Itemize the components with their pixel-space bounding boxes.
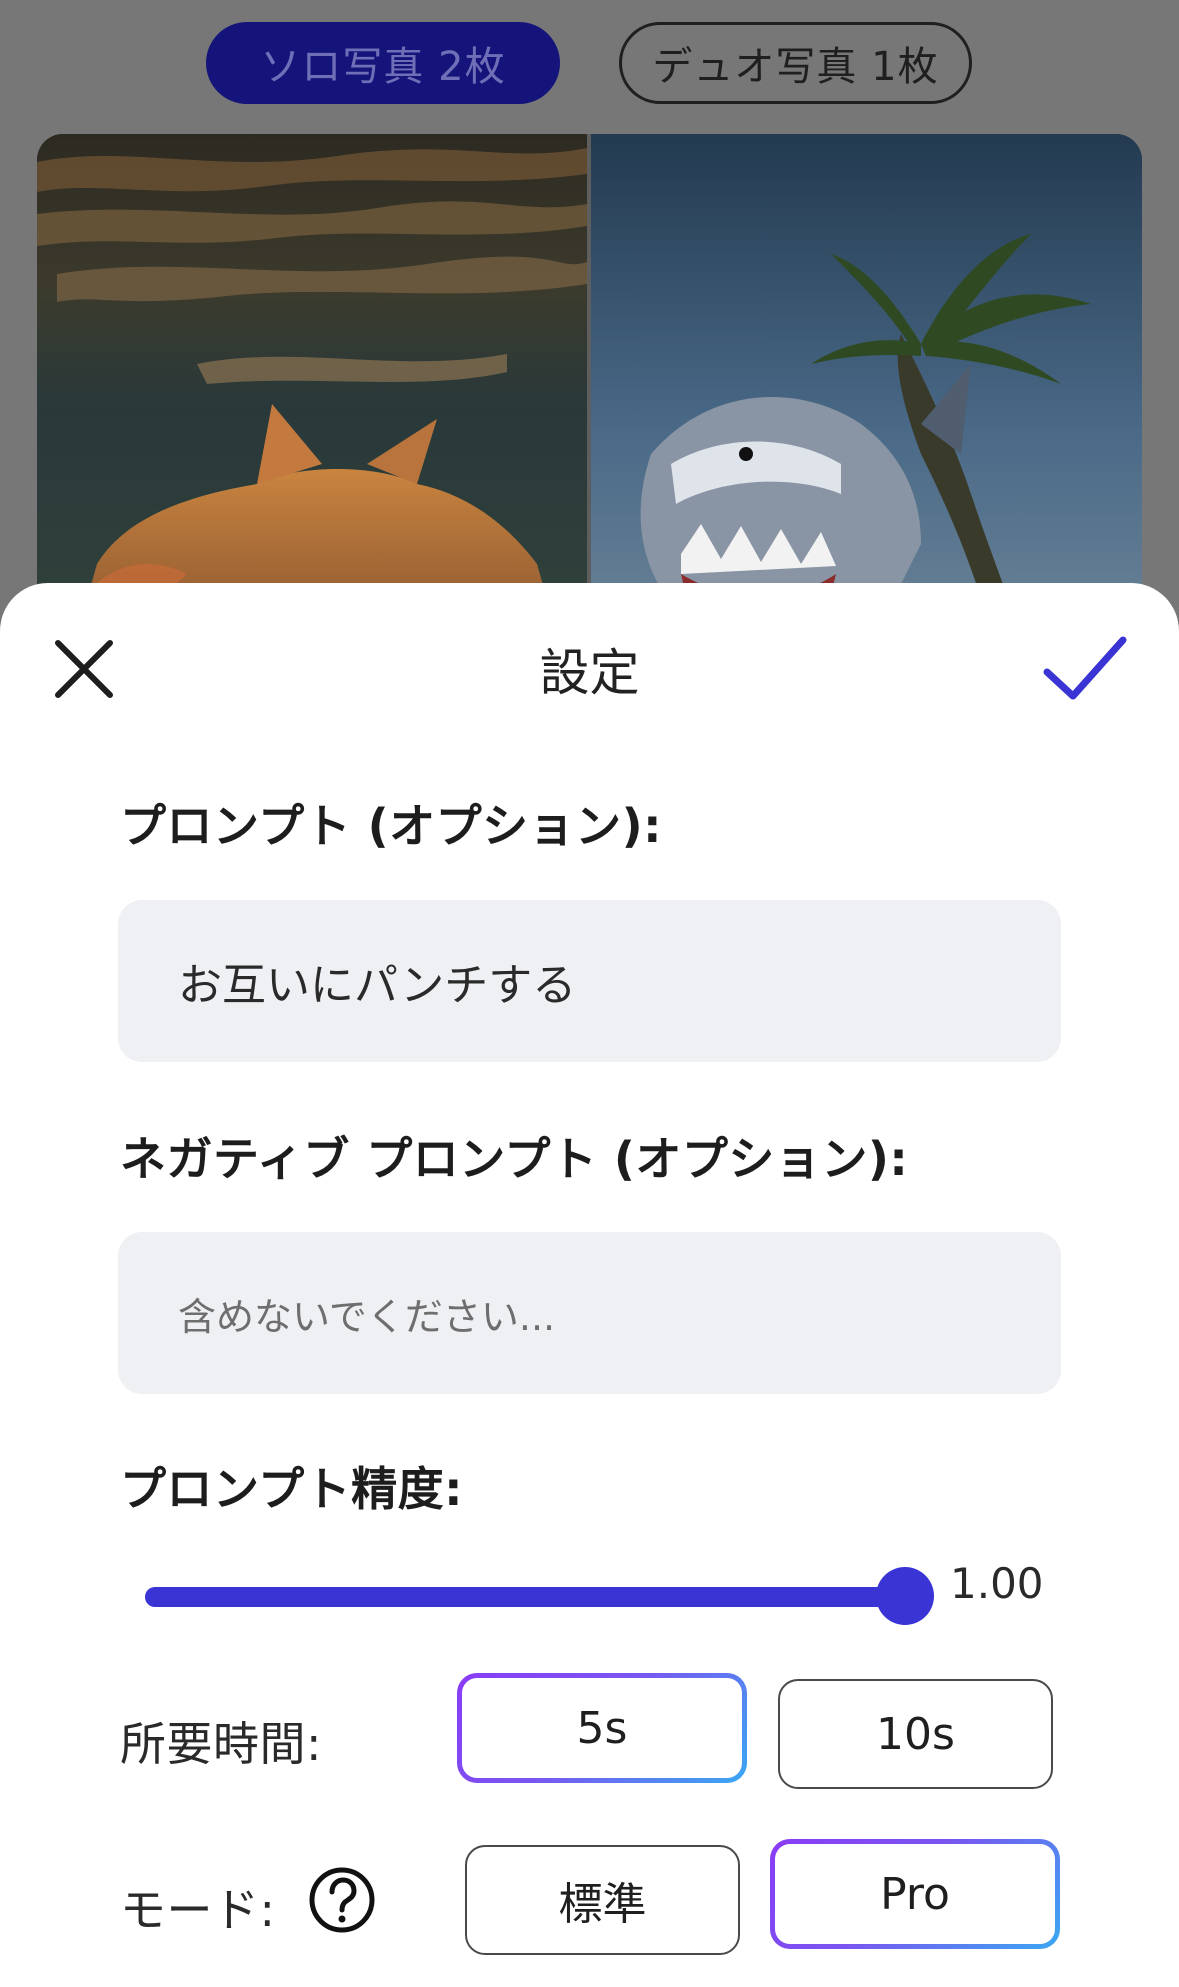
mode-option-label: Pro — [880, 1868, 950, 1920]
confirm-button[interactable] — [1040, 628, 1130, 708]
photo-preview — [37, 134, 1142, 634]
cat-underwater-image — [37, 134, 587, 634]
shark-beach-image — [591, 134, 1142, 634]
slider-fill — [145, 1587, 905, 1607]
background-overlay: ソロ写真 2枚 デュオ写真 1枚 — [0, 0, 1179, 634]
tab-duo-photo[interactable]: デュオ写真 1枚 — [619, 22, 972, 104]
prompt-label: プロンプト (オプション): — [120, 799, 663, 853]
negative-prompt-placeholder: 含めないでください... — [178, 1294, 556, 1339]
sheet-title: 設定 — [539, 644, 640, 702]
negative-prompt-label: ネガティブ プロンプト (オプション): — [120, 1132, 909, 1186]
mode-label: モード: — [120, 1883, 276, 1937]
prompt-input-value: お互いにパンチする — [178, 960, 577, 1011]
precision-value: 1.00 — [950, 1559, 1044, 1608]
sheet-header: 設定 — [0, 583, 1179, 753]
mode-option-label: 標準 — [558, 1879, 647, 1930]
negative-prompt-input[interactable]: 含めないでください... — [118, 1232, 1061, 1394]
duration-option-10s[interactable]: 10s — [778, 1679, 1053, 1789]
help-circle-icon — [309, 1867, 375, 1933]
duration-option-5s[interactable]: 5s — [457, 1673, 747, 1783]
checkmark-icon — [1043, 636, 1127, 700]
mode-help-button[interactable] — [308, 1866, 376, 1934]
duration-option-label: 5s — [576, 1702, 628, 1754]
mode-option-pro[interactable]: Pro — [770, 1839, 1060, 1949]
cat-underwater-photo[interactable] — [37, 134, 587, 634]
photo-type-tabs: ソロ写真 2枚 デュオ写真 1枚 — [0, 22, 1179, 106]
duration-label: 所要時間: — [120, 1717, 322, 1771]
duration-option-label: 10s — [876, 1708, 955, 1760]
precision-label: プロンプト精度: — [120, 1462, 464, 1516]
tab-solo-photos[interactable]: ソロ写真 2枚 — [206, 22, 560, 104]
precision-slider[interactable] — [145, 1565, 945, 1625]
slider-thumb[interactable] — [876, 1567, 934, 1625]
mode-option-standard[interactable]: 標準 — [465, 1845, 740, 1955]
slider-track — [145, 1587, 910, 1607]
settings-sheet: 設定 プロンプト (オプション): お互いにパンチする ネガティブ プロンプト … — [0, 583, 1179, 1987]
shark-beach-photo[interactable] — [587, 134, 1142, 634]
prompt-input[interactable]: お互いにパンチする — [118, 900, 1061, 1062]
